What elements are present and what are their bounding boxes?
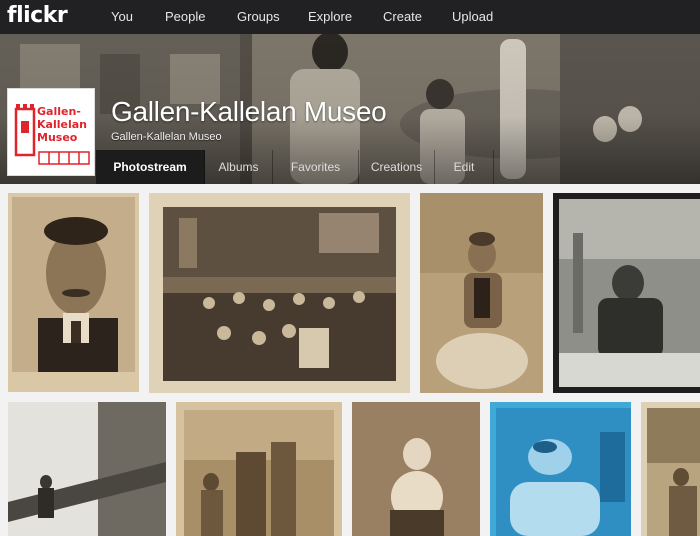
nav-upload[interactable]: Upload	[452, 9, 493, 24]
logo-line-3: Museo	[37, 131, 78, 144]
profile-subtitle[interactable]: Gallen-Kallelan Museo	[111, 131, 222, 143]
profile-tabs: Photostream Albums Favorites Creations E…	[96, 150, 700, 184]
photo-seated-man	[641, 402, 700, 536]
photo-cyanotype-man	[490, 402, 631, 536]
tab-edit[interactable]: Edit	[435, 150, 494, 184]
nav-people[interactable]: People	[165, 9, 205, 24]
photo-tile[interactable]	[490, 402, 631, 536]
photo-seated-woman	[420, 193, 543, 393]
photo-man-working	[553, 193, 700, 393]
profile-title: Gallen-Kallelan Museo	[111, 96, 387, 127]
nav-explore[interactable]: Explore	[308, 9, 352, 24]
tab-photostream[interactable]: Photostream	[96, 150, 205, 184]
logo-line-2: Kallelan	[37, 118, 87, 131]
nav-groups[interactable]: Groups	[237, 9, 280, 24]
photo-tile[interactable]	[149, 193, 410, 393]
photo-tile[interactable]	[8, 193, 139, 392]
nav-create[interactable]: Create	[383, 9, 422, 24]
photo-tile[interactable]	[553, 193, 700, 393]
tab-favorites[interactable]: Favorites	[273, 150, 359, 184]
photo-child-chair	[352, 402, 480, 536]
photo-tile[interactable]	[420, 193, 543, 393]
museum-logo-arches-icon	[38, 151, 90, 165]
photo-workers-beam	[8, 402, 166, 536]
photo-tile[interactable]	[352, 402, 480, 536]
photostream-grid	[0, 184, 700, 536]
top-navigation: flickr You People Groups Explore Create …	[0, 0, 700, 34]
photo-tile[interactable]	[176, 402, 342, 536]
museum-logo-icon	[14, 104, 36, 157]
profile-avatar[interactable]: Gallen- Kallelan Museo	[7, 88, 95, 176]
museum-logo-text: Gallen- Kallelan Museo	[37, 105, 97, 144]
photo-tile[interactable]	[8, 402, 166, 536]
nav-you[interactable]: You	[111, 9, 133, 24]
photo-tile[interactable]	[641, 402, 700, 536]
photo-studio-group	[149, 193, 410, 393]
flickr-logo[interactable]: flickr	[7, 3, 68, 28]
tab-creations[interactable]: Creations	[359, 150, 435, 184]
logo-line-1: Gallen-	[37, 105, 81, 118]
tab-albums[interactable]: Albums	[205, 150, 273, 184]
photo-figures-outdoors	[176, 402, 342, 536]
photo-portrait-man	[8, 193, 139, 392]
